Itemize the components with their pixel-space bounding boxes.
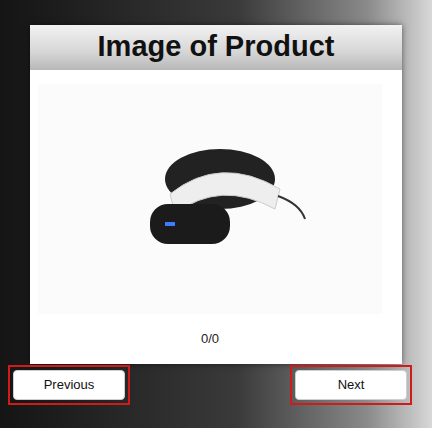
headset-icon	[110, 134, 310, 264]
previous-button[interactable]: Previous	[13, 370, 125, 400]
highlight-frame: Previous	[8, 365, 130, 405]
panel-title: Image of Product	[30, 25, 402, 70]
next-button[interactable]: Next	[295, 370, 407, 400]
highlight-frame: Next	[290, 365, 412, 405]
product-panel: Image of Product 0/0	[30, 25, 402, 364]
panel-body: 0/0	[30, 70, 402, 364]
button-row: Previous Next	[0, 364, 432, 405]
vr-scene: Image of Product 0/0 Previous Next	[0, 0, 432, 428]
product-photo	[38, 84, 382, 314]
page-counter: 0/0	[38, 314, 382, 364]
